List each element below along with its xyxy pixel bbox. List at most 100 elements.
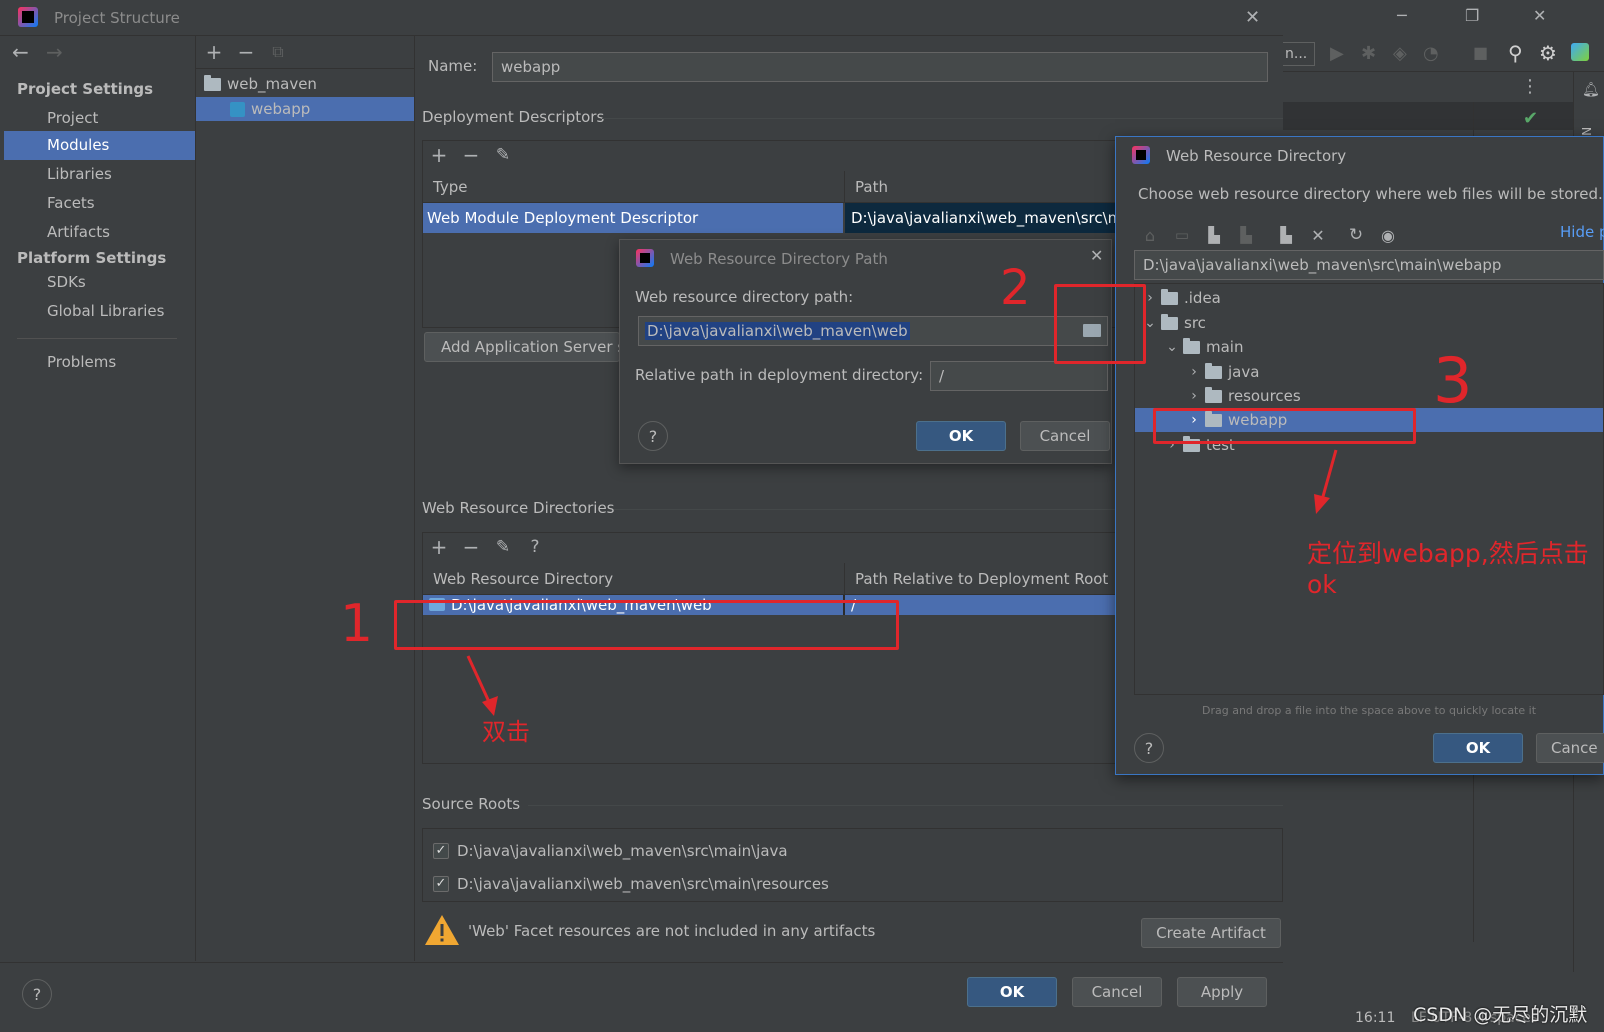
tree-label-main: main — [1206, 338, 1244, 356]
tree-item-resources[interactable]: › resources — [1135, 384, 1301, 408]
profile-icon[interactable]: ◔ — [1423, 43, 1439, 64]
new-folder-icon[interactable]: ▙ — [1270, 221, 1302, 249]
home-icon[interactable]: ⌂ — [1134, 221, 1166, 249]
path-field[interactable]: D:\java\javalianxi\web_maven\web — [638, 316, 1108, 346]
path-dialog-close-icon[interactable]: ✕ — [1090, 246, 1103, 265]
wrd-add-icon[interactable]: + — [423, 533, 455, 561]
minimize-icon[interactable]: ─ — [1397, 6, 1407, 25]
wrd-col-dir[interactable]: Web Resource Directory — [423, 563, 845, 595]
wrd-remove-icon[interactable]: − — [455, 533, 487, 561]
annotation-locate: 定位到webapp,然后点击ok — [1307, 539, 1589, 599]
tree-item-module[interactable]: web_maven — [204, 72, 317, 96]
sidebar-item-artifacts[interactable]: Artifacts — [0, 218, 195, 247]
tree-label-resources: resources — [1228, 387, 1301, 405]
run-icon[interactable]: ▶ — [1330, 43, 1344, 64]
source-root-java[interactable]: ✓ D:\java\javalianxi\web_maven\src\main\… — [433, 842, 788, 860]
cancel-button[interactable]: Cancel — [1072, 977, 1162, 1007]
project-folder-icon[interactable]: ▙ — [1198, 221, 1230, 249]
module-folder-icon[interactable]: ▙ — [1230, 221, 1262, 249]
source-roots-panel: ✓ D:\java\javalianxi\web_maven\src\main\… — [422, 828, 1283, 902]
name-field[interactable]: webapp — [492, 52, 1268, 82]
plugin-icon[interactable] — [1571, 43, 1589, 61]
bell-icon[interactable]: 🔔︎ — [1582, 82, 1600, 98]
sidebar-item-facets[interactable]: Facets — [0, 189, 195, 218]
sidebar-item-global-libraries[interactable]: Global Libraries — [0, 297, 195, 326]
wrd-help-icon[interactable]: ? — [519, 533, 551, 561]
refresh-icon[interactable]: ↻ — [1340, 221, 1372, 249]
folder-icon — [1161, 288, 1178, 305]
gear-icon[interactable]: ⚙ — [1539, 41, 1557, 65]
back-arrow-icon[interactable]: ← — [12, 40, 29, 64]
chooser-path-field[interactable]: D:\java\javalianxi\web_maven\src\main\we… — [1134, 250, 1604, 280]
annotation-dblclick: 双击 — [482, 718, 530, 746]
tree-item-facet[interactable]: webapp — [196, 97, 414, 121]
dd-remove-icon[interactable]: − — [455, 141, 487, 169]
source-root-java-label: D:\java\javalianxi\web_maven\src\main\ja… — [457, 842, 788, 860]
chooser-help-button[interactable]: ? — [1134, 733, 1164, 763]
copy-icon[interactable]: ⧉ — [262, 38, 294, 66]
sidebar-item-modules[interactable]: Modules — [4, 131, 195, 160]
show-hidden-icon[interactable]: ◉ — [1372, 221, 1404, 249]
restore-icon[interactable]: ❐ — [1465, 6, 1479, 25]
close-icon[interactable]: ✕ — [1245, 7, 1260, 28]
coverage-icon[interactable]: ◈ — [1393, 43, 1407, 64]
status-time[interactable]: 16:11 — [1355, 1010, 1395, 1026]
apply-button[interactable]: Apply — [1177, 977, 1267, 1007]
tree-label-idea: .idea — [1184, 289, 1221, 307]
debug-icon[interactable]: ✱ — [1361, 43, 1376, 64]
chevron-right-icon[interactable]: › — [1183, 388, 1205, 404]
hide-path-link[interactable]: Hide p — [1560, 223, 1604, 241]
stop-icon[interactable]: ■ — [1473, 43, 1488, 62]
help-button[interactable]: ? — [22, 979, 52, 1009]
checkbox-checked[interactable]: ✓ — [433, 843, 449, 859]
close-window-icon[interactable]: ✕ — [1533, 6, 1546, 25]
path-field-value: D:\java\javalianxi\web_maven\web — [645, 322, 910, 340]
desktop-icon[interactable]: ▭ — [1166, 221, 1198, 249]
create-artifact-button[interactable]: Create Artifact — [1141, 918, 1281, 948]
checkbox-checked[interactable]: ✓ — [433, 876, 449, 892]
annotation-box-webapp — [1153, 408, 1416, 444]
dd-add-icon[interactable]: + — [423, 141, 455, 169]
path-dialog-help-button[interactable]: ? — [638, 421, 668, 451]
dd-separator — [602, 118, 1283, 119]
source-root-resources[interactable]: ✓ D:\java\javalianxi\web_maven\src\main\… — [433, 875, 829, 893]
chevron-down-icon[interactable]: ⌄ — [1161, 339, 1183, 355]
tree-item-java[interactable]: › java — [1135, 360, 1259, 384]
ok-button[interactable]: OK — [967, 977, 1057, 1007]
chooser-ok-button[interactable]: OK — [1433, 733, 1523, 763]
sidebar-divider — [17, 338, 177, 339]
folder-icon — [1205, 362, 1222, 379]
add-application-server-button[interactable]: Add Application Server s — [424, 332, 620, 362]
sidebar-item-problems[interactable]: Problems — [0, 348, 195, 377]
relative-field[interactable]: / — [930, 361, 1108, 391]
path-dialog-cancel-button[interactable]: Cancel — [1020, 421, 1110, 451]
chevron-right-icon[interactable]: › — [1183, 364, 1205, 380]
sidebar-item-sdks[interactable]: SDKs — [0, 268, 195, 297]
tree-item-idea[interactable]: › .idea — [1135, 286, 1221, 310]
path-dialog-title: Web Resource Directory Path — [670, 250, 888, 268]
menu-dots-icon[interactable]: ⋮ — [1521, 76, 1539, 97]
path-dialog-ok-button[interactable]: OK — [916, 421, 1006, 451]
title-bar: Project Structure ✕ — [0, 0, 1283, 36]
intellij-logo — [18, 7, 38, 27]
dd-edit-icon[interactable]: ✎ — [487, 141, 519, 169]
forward-arrow-icon[interactable]: → — [46, 40, 63, 64]
folder-icon — [1183, 337, 1200, 354]
path-dialog: Web Resource Directory Path ✕ Web resour… — [619, 239, 1112, 464]
remove-icon[interactable]: − — [230, 38, 262, 66]
run-config-button[interactable]: n... — [1283, 42, 1315, 66]
annotation-box-browse — [1054, 284, 1146, 364]
sidebar-item-project[interactable]: Project — [0, 104, 195, 133]
wrd-edit-icon[interactable]: ✎ — [487, 533, 519, 561]
module-label: web_maven — [227, 75, 317, 93]
section-project-settings: Project Settings — [17, 80, 154, 98]
dd-col-type[interactable]: Type — [423, 171, 845, 203]
chooser-cancel-button[interactable]: Cance — [1536, 733, 1604, 763]
add-icon[interactable]: + — [198, 38, 230, 66]
delete-icon[interactable]: ✕ — [1302, 221, 1334, 249]
sidebar-item-libraries[interactable]: Libraries — [0, 160, 195, 189]
tree-item-main[interactable]: ⌄ main — [1135, 335, 1243, 359]
search-icon[interactable]: ⚲ — [1508, 41, 1523, 65]
source-root-resources-label: D:\java\javalianxi\web_maven\src\main\re… — [457, 875, 829, 893]
check-icon: ✔ — [1523, 108, 1539, 129]
